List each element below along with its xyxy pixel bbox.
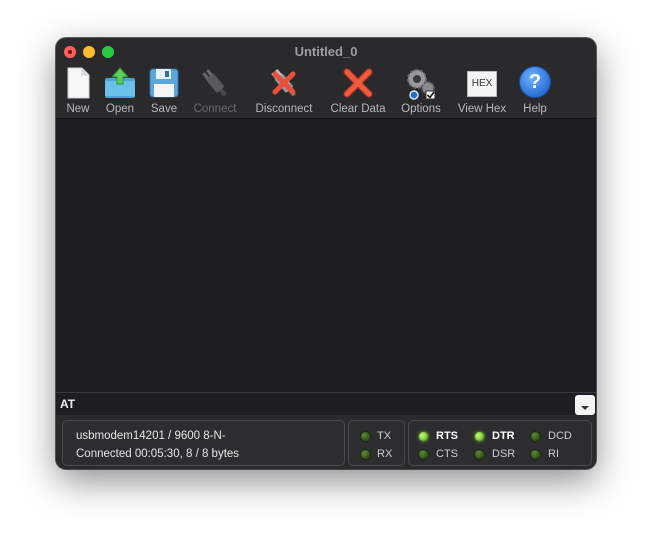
help-question-icon: ?: [519, 66, 551, 98]
tx-led: [361, 432, 370, 441]
rx-label: RX: [377, 448, 393, 460]
rts-led[interactable]: [419, 432, 428, 441]
terminal-output-area[interactable]: [56, 118, 596, 392]
save-label: Save: [150, 103, 178, 115]
dcd-label: DCD: [548, 430, 572, 442]
rx-led: [361, 450, 370, 459]
clear-x-icon: [343, 68, 373, 98]
disconnect-button[interactable]: Disconnect: [252, 64, 316, 118]
new-label: New: [66, 103, 90, 115]
open-label: Open: [105, 103, 135, 115]
tx-label: TX: [377, 430, 392, 442]
connect-label: Connect: [193, 103, 237, 115]
app-window: Untitled_0 New Open Save Connect Disconn…: [56, 38, 596, 469]
options-label: Options: [401, 103, 441, 115]
rts-label: RTS: [436, 430, 458, 442]
new-document-icon: [67, 67, 90, 99]
window-title: Untitled_0: [294, 44, 358, 59]
dsr-led: [475, 450, 484, 459]
open-button[interactable]: Open: [102, 64, 138, 118]
txrx-indicator-panel: TX RX: [348, 420, 405, 466]
new-button[interactable]: New: [60, 64, 96, 118]
disconnect-label: Disconnect: [255, 103, 313, 115]
status-bar: usbmodem14201 / 9600 8-N- Connected 00:0…: [56, 415, 596, 469]
ri-label: RI: [548, 448, 559, 460]
save-floppy-icon: [149, 68, 179, 98]
command-history-dropdown[interactable]: [575, 395, 595, 415]
clear-data-button[interactable]: Clear Data: [328, 64, 388, 118]
cts-led: [419, 450, 428, 459]
connection-status-panel: usbmodem14201 / 9600 8-N- Connected 00:0…: [62, 420, 345, 466]
hex-icon: HEX: [467, 71, 497, 97]
dtr-label: DTR: [492, 430, 515, 442]
title-bar: Untitled_0: [56, 38, 596, 62]
cts-label: CTS: [436, 448, 458, 460]
open-folder-icon: [105, 67, 135, 98]
disconnect-plug-icon: [271, 68, 296, 97]
dtr-led[interactable]: [475, 432, 484, 441]
save-button[interactable]: Save: [146, 64, 182, 118]
toolbar: New Open Save Connect Disconnect Clear D…: [56, 62, 596, 118]
connect-plug-icon: [202, 68, 227, 97]
help-label: Help: [523, 103, 547, 115]
dcd-led: [531, 432, 540, 441]
options-button[interactable]: Options: [398, 64, 444, 118]
options-gears-icon: [407, 69, 436, 100]
dsr-label: DSR: [492, 448, 516, 460]
command-input-row: AT: [56, 392, 596, 416]
clear-data-label: Clear Data: [330, 103, 386, 115]
connect-button[interactable]: Connect: [190, 64, 240, 118]
help-button[interactable]: ? Help: [518, 64, 552, 118]
control-lines-panel: RTS CTS DTR DSR DCD RI: [408, 420, 592, 466]
port-settings-text: usbmodem14201 / 9600 8-N-: [76, 430, 226, 442]
ri-led: [531, 450, 540, 459]
view-hex-label: View Hex: [457, 103, 507, 115]
view-hex-button[interactable]: HEX View Hex: [454, 64, 510, 118]
command-input[interactable]: AT: [60, 397, 75, 411]
connection-time-text: Connected 00:05:30, 8 / 8 bytes: [76, 448, 240, 460]
